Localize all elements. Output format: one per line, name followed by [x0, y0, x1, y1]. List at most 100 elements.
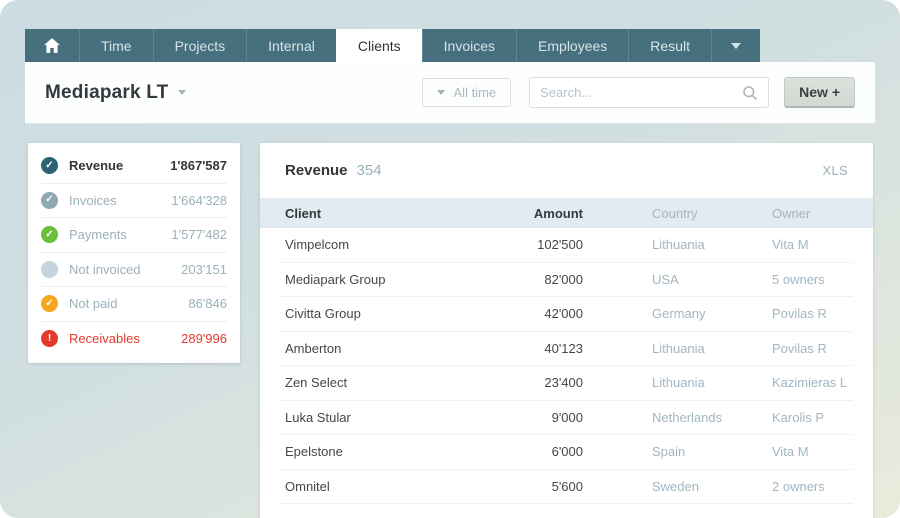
tab-invoices[interactable]: Invoices: [422, 29, 516, 62]
chevron-down-icon: [437, 90, 445, 95]
header-actions: All time New +: [422, 77, 855, 108]
tab-home[interactable]: [25, 29, 79, 62]
column-header-owner[interactable]: Owner: [772, 206, 848, 221]
table-row[interactable]: Epelstone 6'000 Spain Vita M: [280, 435, 853, 470]
cell-owner: Kazimieras L: [772, 375, 848, 390]
metrics-sidebar: ✓ Revenue 1'867'587 ✓ Invoices 1'664'328…: [28, 143, 240, 363]
metric-payments[interactable]: ✓ Payments 1'577'482: [41, 218, 227, 253]
tab-label: Invoices: [444, 38, 495, 54]
header-bar: Mediapark LT All time New +: [25, 62, 875, 124]
chevron-down-icon: [731, 43, 741, 49]
tab-label: Clients: [358, 38, 401, 54]
metric-value: 1'664'328: [171, 193, 227, 208]
tab-employees[interactable]: Employees: [516, 29, 628, 62]
metric-not-paid[interactable]: ✓ Not paid 86'846: [41, 287, 227, 322]
tab-label: Time: [101, 38, 132, 54]
metric-value: 1'577'482: [171, 227, 227, 242]
home-icon: [44, 38, 60, 53]
tab-result[interactable]: Result: [628, 29, 711, 62]
cell-country: Germany: [583, 306, 772, 321]
metric-value: 289'996: [181, 331, 227, 346]
company-name: Mediapark LT: [45, 82, 168, 104]
cell-country: Netherlands: [583, 410, 772, 425]
company-selector[interactable]: Mediapark LT: [45, 82, 186, 104]
metric-label: Receivables: [69, 331, 140, 346]
cell-amount: 6'000: [458, 444, 583, 459]
tab-label: Internal: [268, 38, 315, 54]
cell-client: Luka Stular: [285, 410, 458, 425]
check-circle-icon: ✓: [41, 295, 58, 312]
cell-amount: 102'500: [458, 237, 583, 252]
metric-label: Payments: [69, 227, 127, 242]
new-button[interactable]: New +: [784, 77, 855, 108]
tab-internal[interactable]: Internal: [246, 29, 336, 62]
cell-amount: 9'000: [458, 410, 583, 425]
metric-revenue[interactable]: ✓ Revenue 1'867'587: [41, 149, 227, 184]
check-circle-icon: ✓: [41, 226, 58, 243]
chevron-down-icon: [178, 90, 186, 95]
cell-owner: Povilas R: [772, 306, 848, 321]
export-xls-link[interactable]: XLS: [823, 163, 848, 178]
cell-client: Civitta Group: [285, 306, 458, 321]
column-header-country[interactable]: Country: [583, 206, 772, 221]
cell-client: Zen Select: [285, 375, 458, 390]
check-circle-icon: ✓: [41, 157, 58, 174]
cell-country: USA: [583, 272, 772, 287]
tab-more[interactable]: [711, 29, 760, 62]
metric-value: 203'151: [181, 262, 227, 277]
revenue-panel: Revenue 354 XLS Client Amount Country Ow…: [260, 143, 873, 518]
metric-label: Invoices: [69, 193, 117, 208]
cell-amount: 82'000: [458, 272, 583, 287]
main-nav: Time Projects Internal Clients Invoices …: [25, 29, 760, 62]
cell-amount: 5'600: [458, 479, 583, 494]
exclamation-circle-icon: !: [41, 330, 58, 347]
cell-client: Epelstone: [285, 444, 458, 459]
cell-country: Lithuania: [583, 375, 772, 390]
check-circle-icon: ✓: [41, 192, 58, 209]
metric-invoices[interactable]: ✓ Invoices 1'664'328: [41, 184, 227, 219]
panel-title: Revenue: [285, 162, 348, 179]
cell-amount: 40'123: [458, 341, 583, 356]
tab-time[interactable]: Time: [79, 29, 153, 62]
metric-label: Revenue: [69, 158, 123, 173]
tab-label: Employees: [538, 38, 607, 54]
metric-not-invoiced[interactable]: Not invoiced 203'151: [41, 253, 227, 288]
time-filter-dropdown[interactable]: All time: [422, 78, 512, 107]
cell-owner: 2 owners: [772, 479, 848, 494]
metric-value: 1'867'587: [170, 158, 227, 173]
metric-label: Not paid: [69, 296, 117, 311]
metric-label: Not invoiced: [69, 262, 141, 277]
tab-projects[interactable]: Projects: [153, 29, 247, 62]
record-count: 354: [357, 162, 382, 179]
cell-owner: Karolis P: [772, 410, 848, 425]
cell-owner: 5 owners: [772, 272, 848, 287]
table-row[interactable]: Amberton 40'123 Lithuania Povilas R: [280, 332, 853, 367]
cell-country: Spain: [583, 444, 772, 459]
metric-receivables[interactable]: ! Receivables 289'996: [41, 322, 227, 357]
table-row[interactable]: Luka Stular 9'000 Netherlands Karolis P: [280, 401, 853, 436]
table-row[interactable]: Zen Select 23'400 Lithuania Kazimieras L: [280, 366, 853, 401]
panel-title-row: Revenue 354 XLS: [260, 143, 873, 198]
search-input[interactable]: [540, 85, 742, 100]
tab-clients[interactable]: Clients: [336, 29, 422, 62]
cell-owner: Povilas R: [772, 341, 848, 356]
cell-client: Amberton: [285, 341, 458, 356]
cell-country: Sweden: [583, 479, 772, 494]
search-icon[interactable]: [742, 85, 758, 101]
cell-country: Lithuania: [583, 341, 772, 356]
cell-owner: Vita M: [772, 444, 848, 459]
table-row[interactable]: Civitta Group 42'000 Germany Povilas R: [280, 297, 853, 332]
cell-client: Mediapark Group: [285, 272, 458, 287]
column-header-client[interactable]: Client: [285, 206, 458, 221]
table-row[interactable]: Vimpelcom 102'500 Lithuania Vita M: [280, 228, 853, 263]
table-row[interactable]: Omnitel 5'600 Sweden 2 owners: [280, 470, 853, 505]
cell-owner: Vita M: [772, 237, 848, 252]
table-row[interactable]: Mediapark Group 82'000 USA 5 owners: [280, 263, 853, 298]
column-header-amount[interactable]: Amount: [458, 206, 583, 221]
table-row-partial[interactable]: [280, 504, 853, 518]
cell-amount: 23'400: [458, 375, 583, 390]
search-box: [529, 77, 769, 108]
plain-circle-icon: [41, 261, 58, 278]
table-header: Client Amount Country Owner: [260, 198, 873, 228]
metric-value: 86'846: [188, 296, 227, 311]
